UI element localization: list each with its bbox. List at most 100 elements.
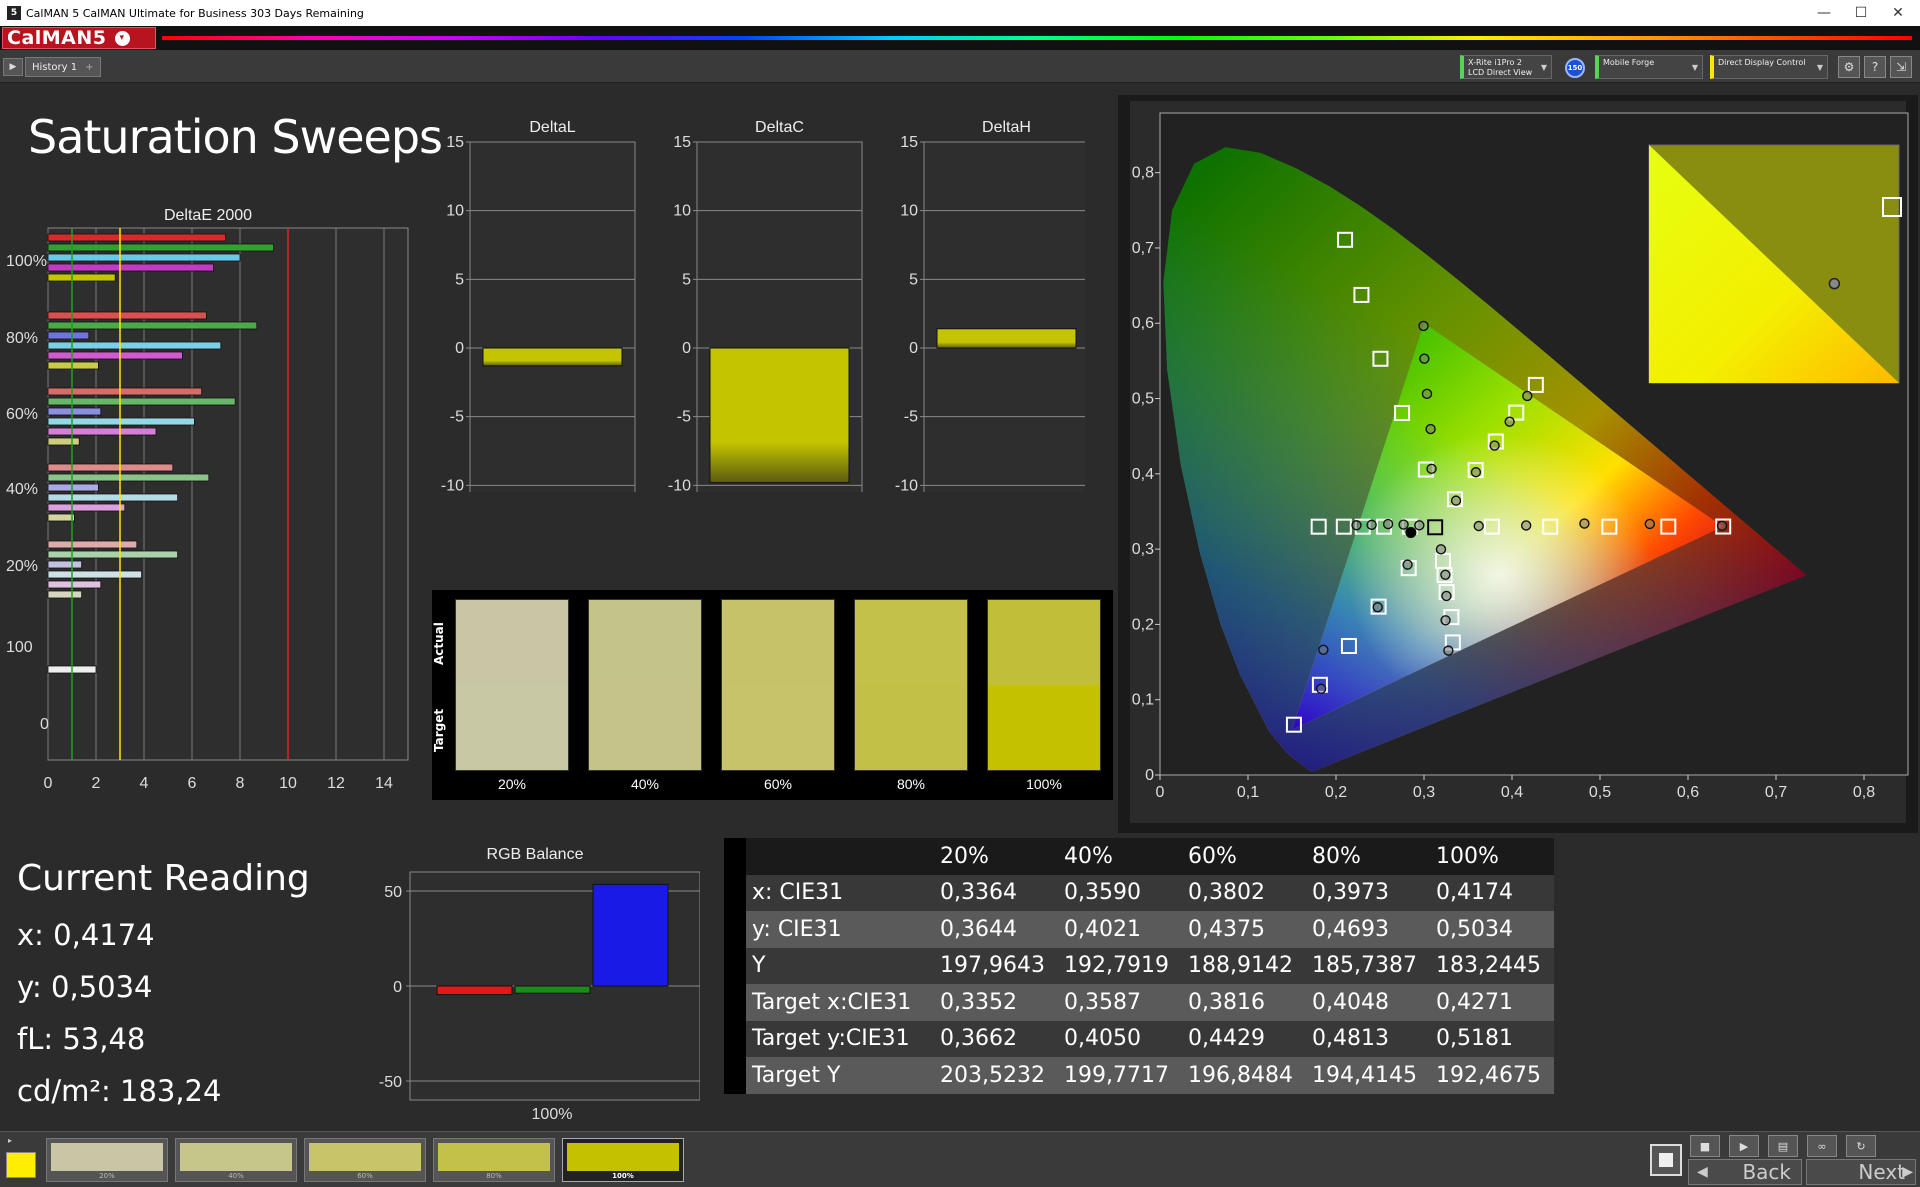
color-swatch — [588, 599, 702, 771]
measured-point — [1443, 645, 1454, 656]
deltae-bar — [47, 463, 174, 472]
series-swatch-button[interactable]: 100% — [562, 1138, 684, 1182]
y-tick-label: -5 — [450, 409, 464, 426]
table-cell: 197,9643 — [934, 947, 1058, 984]
measured-point — [1489, 440, 1500, 451]
table-cell: 188,9142 — [1182, 947, 1306, 984]
app-icon: 5 — [7, 6, 21, 20]
rgb-bar — [514, 985, 591, 994]
delta-chart-title: DeltaL — [529, 119, 575, 136]
x-tick-label: 14 — [375, 775, 393, 792]
table-cell: 0,3816 — [1182, 984, 1306, 1021]
delta-chart-deltac: DeltaC151050-5-10-15100% — [668, 119, 863, 492]
record-square-icon — [1659, 1153, 1673, 1167]
x-tick-label: 0 — [44, 775, 53, 792]
delta-bar — [936, 328, 1077, 349]
swatch-color — [51, 1143, 163, 1171]
color-swatch — [987, 599, 1101, 771]
swatch-label: 40% — [228, 1172, 244, 1180]
close-button[interactable]: ✕ — [1877, 0, 1919, 26]
deltae-bar — [47, 233, 227, 242]
link-icon[interactable]: ∞ — [1807, 1135, 1837, 1157]
y-tick-label: 0,1 — [1132, 692, 1154, 709]
swatch-label: 60% — [357, 1172, 373, 1180]
pin-icon[interactable]: ⇲ — [1890, 56, 1912, 78]
series-swatch-button[interactable]: 80% — [433, 1138, 555, 1182]
table-row: Target Y 203,5232 199,7717 196,8484 194,4145… — [724, 1057, 1554, 1094]
deltae-bar — [47, 253, 241, 262]
table-row: x: CIE31 0,3364 0,3590 0,3802 0,3973 0,4174 — [724, 874, 1554, 911]
x-tick-label: 4 — [140, 775, 149, 792]
table-cell: 203,5232 — [934, 1057, 1058, 1094]
next-label: Next — [1858, 1160, 1905, 1184]
column-header: 60% — [1182, 838, 1306, 875]
table-cell: 0,4271 — [1430, 984, 1554, 1021]
y-tick-label: 0,7 — [1132, 240, 1154, 257]
source-selector[interactable]: Mobile Forge ▼ — [1595, 55, 1703, 79]
deltae-bar — [47, 321, 258, 330]
y-group-label: 20% — [6, 558, 38, 575]
gear-icon[interactable]: ⚙ — [1838, 56, 1860, 78]
back-button[interactable]: ◀ Back — [1688, 1159, 1802, 1185]
y-tick-label: 10 — [673, 203, 691, 220]
table-cell: 0,4693 — [1306, 911, 1430, 948]
table-cell: 0,4048 — [1306, 984, 1430, 1021]
y-group-label: 100 — [6, 639, 33, 656]
maximize-button[interactable]: ☐ — [1840, 0, 1882, 26]
calman-menu-button[interactable]: CalMAN5 ▾ — [2, 27, 156, 49]
deltae-bar — [47, 387, 203, 396]
meter-status-badge[interactable]: 150 — [1565, 58, 1585, 78]
delta-chart-title: DeltaH — [982, 119, 1031, 136]
table-cell: 0,4429 — [1182, 1020, 1306, 1057]
row-label: Y — [746, 947, 934, 984]
deltae-bar — [47, 407, 102, 416]
stop-icon[interactable]: ■ — [1690, 1135, 1720, 1157]
play-icon[interactable]: ▶ — [1729, 1135, 1759, 1157]
measured-point — [1644, 518, 1656, 530]
refresh-icon[interactable]: ↻ — [1846, 1135, 1876, 1157]
measured-point — [1440, 615, 1451, 626]
measured-point — [1473, 520, 1484, 532]
measured-point — [1351, 520, 1362, 531]
x-tick-label: 0,3 — [1413, 784, 1435, 801]
help-icon[interactable]: ? — [1864, 56, 1886, 78]
next-button[interactable]: Next ▶ — [1806, 1159, 1916, 1185]
reading-y: y: 0,5034 — [17, 970, 153, 1004]
delta-bar — [482, 347, 623, 367]
play-icon[interactable]: ▶ — [3, 58, 23, 76]
table-cell: 0,4021 — [1058, 911, 1182, 948]
series-swatch-button[interactable]: 20% — [46, 1138, 168, 1182]
meter-selector[interactable]: X-Rite i1Pro 2 LCD Direct View ▼ — [1460, 55, 1552, 79]
actual-color — [456, 600, 568, 685]
swatch-label: 60% — [763, 776, 793, 792]
column-header: 100% — [1430, 838, 1554, 875]
series-swatch-button[interactable]: 60% — [304, 1138, 426, 1182]
save-icon[interactable]: ▤ — [1768, 1135, 1798, 1157]
record-button[interactable] — [1650, 1144, 1682, 1176]
minimize-button[interactable]: — — [1803, 0, 1845, 26]
color-swatch — [854, 599, 968, 771]
series-swatch-button[interactable]: 40% — [175, 1138, 297, 1182]
tab-history-1[interactable]: History 1 + — [25, 57, 101, 77]
x-tick-label: 0,8 — [1853, 784, 1875, 801]
swatch-label: 80% — [486, 1172, 502, 1180]
row-stub — [724, 911, 746, 948]
table-row: Target y:CIE31 0,3662 0,4050 0,4429 0,4813 0,… — [724, 1020, 1554, 1057]
y-tick-label: 0,4 — [1132, 466, 1154, 483]
y-tick-label: 0 — [455, 340, 464, 357]
delta-chart-title: DeltaC — [755, 119, 804, 136]
y-tick-label: -10 — [668, 477, 691, 492]
row-label: x: CIE31 — [746, 874, 934, 911]
target-color — [988, 685, 1100, 770]
chevron-down-icon: ▾ — [114, 30, 130, 46]
small-arrow-icon: ▸ — [8, 1136, 13, 1145]
row-label: Target x:CIE31 — [746, 984, 934, 1021]
swatch-label: 100% — [1026, 776, 1062, 792]
deltae-bar — [47, 331, 90, 340]
add-tab-icon[interactable]: + — [85, 62, 93, 73]
y-tick-label: 10 — [446, 203, 464, 220]
display-selector[interactable]: Direct Display Control ▼ — [1710, 55, 1828, 79]
measured-point — [1402, 559, 1413, 570]
meter-name: X-Rite i1Pro 2 — [1468, 58, 1522, 67]
bottom-bar: ▸ 20% 40% 60% 80% 100% ■ ▶ ▤ ∞ ↻ ◀ Back Next ▶ — [0, 1131, 1920, 1187]
